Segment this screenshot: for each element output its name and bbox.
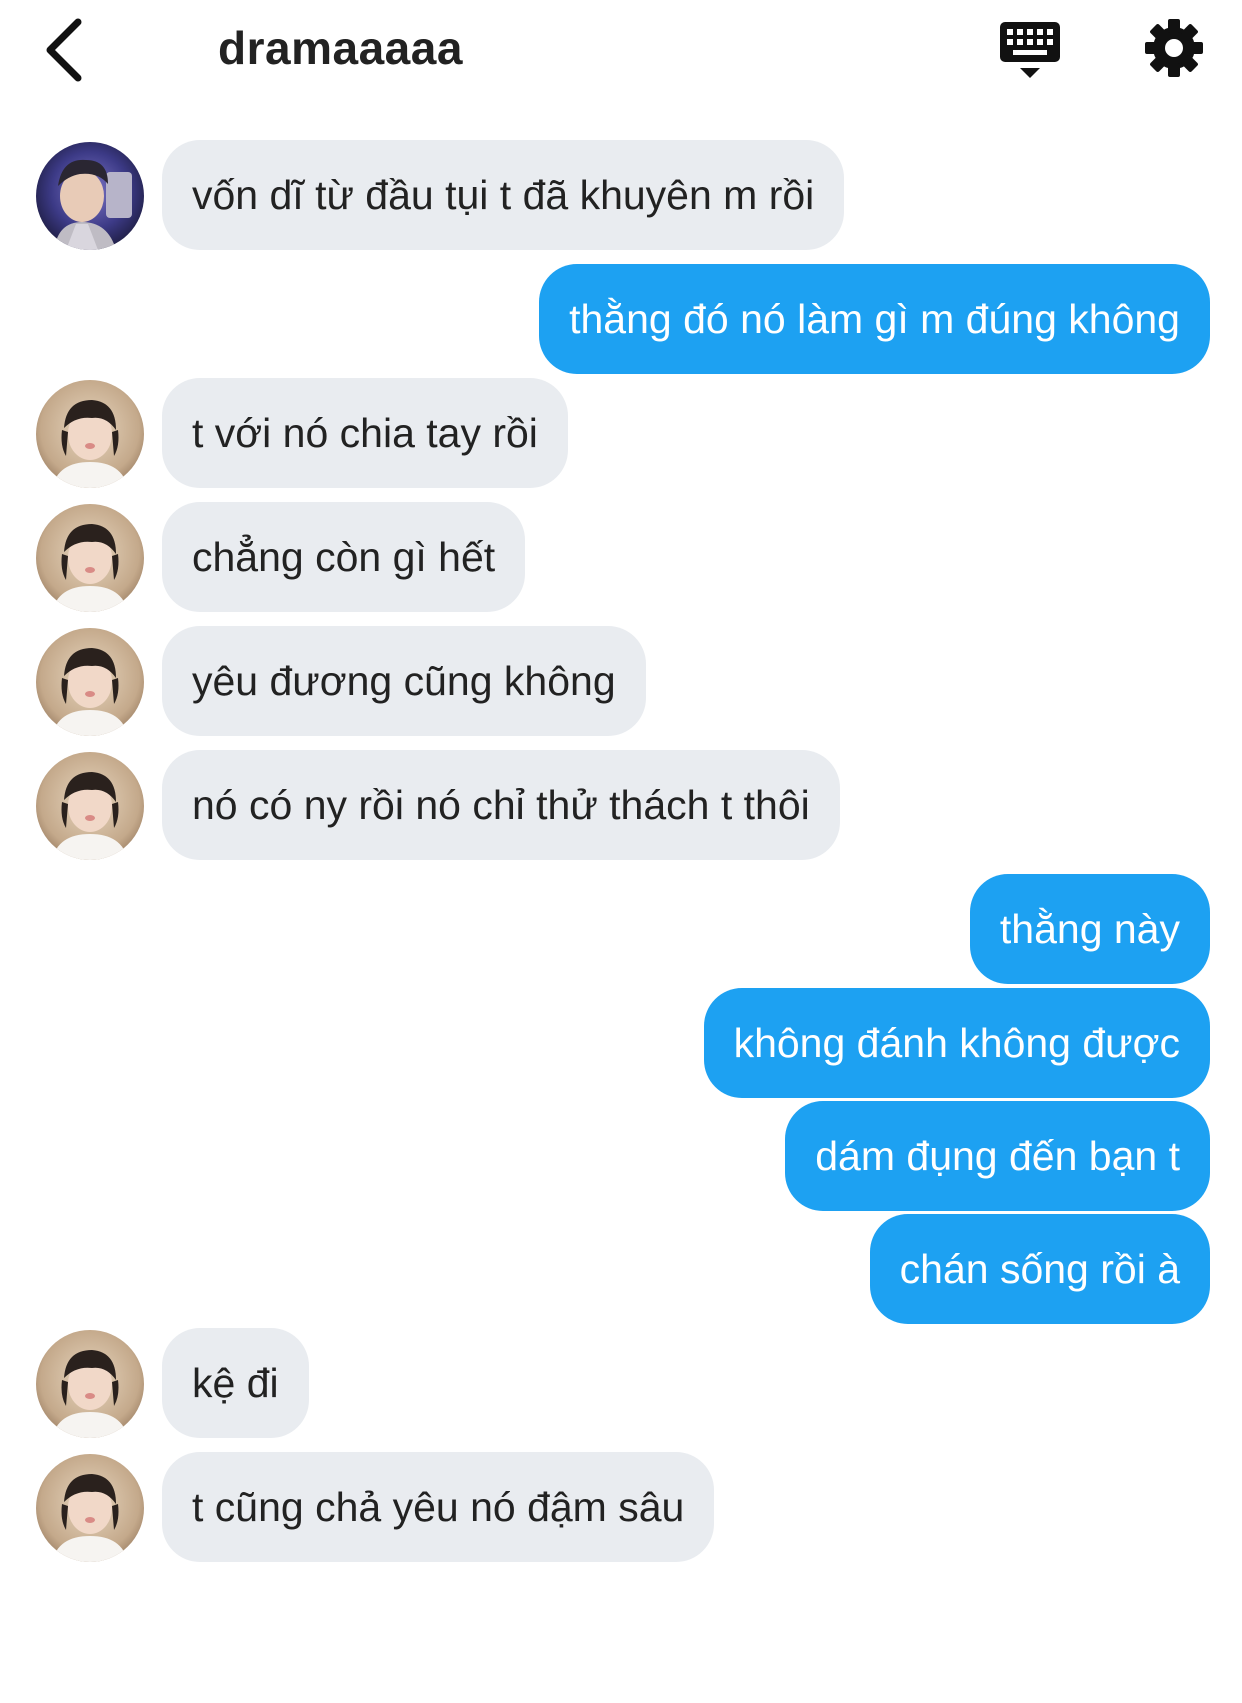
incoming-message-bubble[interactable]: nó có ny rồi nó chỉ thử thách t thôi (162, 750, 840, 860)
outgoing-message-bubble[interactable]: chán sống rồi à (869, 1214, 1210, 1324)
avatar[interactable] (36, 142, 144, 250)
outgoing-message-bubble[interactable]: dám đụng đến bạn t (785, 1101, 1210, 1211)
incoming-message-bubble[interactable]: chẳng còn gì hết (162, 502, 526, 612)
avatar[interactable] (36, 1454, 144, 1562)
incoming-message-bubble[interactable]: t với nó chia tay rồi (162, 378, 568, 488)
avatar[interactable] (36, 628, 144, 736)
avatar[interactable] (36, 1330, 144, 1438)
avatar[interactable] (36, 504, 144, 612)
outgoing-message-bubble[interactable]: thằng này (969, 874, 1210, 984)
incoming-message-bubble[interactable]: kệ đi (162, 1328, 309, 1438)
avatar[interactable] (36, 380, 144, 488)
incoming-message-bubble[interactable]: t cũng chả yêu nó đậm sâu (162, 1452, 715, 1562)
message-thread: vốn dĩ từ đầu tụi t đã khuyên m rồi thằng… (0, 0, 1242, 1703)
avatar[interactable] (36, 752, 144, 860)
incoming-message-bubble[interactable]: vốn dĩ từ đầu tụi t đã khuyên m rồi (162, 140, 845, 250)
incoming-message-bubble[interactable]: yêu đương cũng không (162, 626, 646, 736)
outgoing-message-bubble[interactable]: không đánh không được (703, 988, 1210, 1098)
outgoing-message-bubble[interactable]: thằng đó nó làm gì m đúng không (539, 264, 1210, 374)
